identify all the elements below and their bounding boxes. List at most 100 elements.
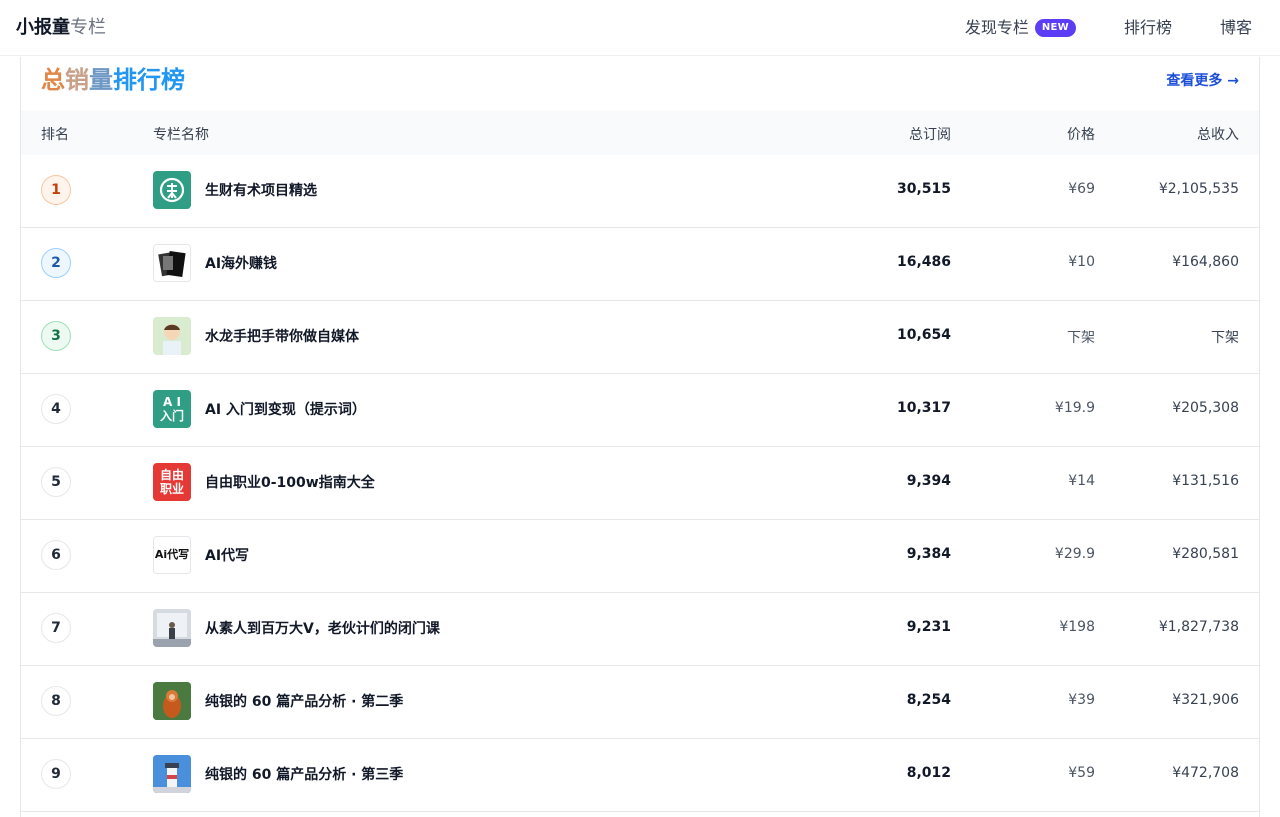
title-part-4: 排行榜 xyxy=(113,66,185,94)
table-row[interactable]: 5 自由 职业 自由职业0-100w指南大全 9,394 ¥14 ¥131,516 xyxy=(21,447,1259,520)
new-badge: NEW xyxy=(1034,19,1076,37)
table-row[interactable]: 6 Ai代写 AI代写 9,384 ¥29.9 ¥280,581 xyxy=(21,520,1259,593)
column-name-link[interactable]: 水龙手把手带你做自媒体 xyxy=(205,327,359,347)
income-value: ¥205,308 xyxy=(1172,400,1239,416)
table-row[interactable]: 3 水龙手把手带你做自媒体 10,654 下架 下架 xyxy=(21,301,1259,374)
nav-ranking[interactable]: 排行榜 xyxy=(1124,17,1172,39)
brand-logo[interactable]: 小报童专栏 xyxy=(16,16,106,40)
subscriptions-value: 10,654 xyxy=(896,327,951,343)
table-row[interactable]: 8 纯银的 60 篇产品分析 · 第二季 8,254 ¥39 ¥321,906 xyxy=(21,666,1259,739)
thumb-text-line: A I xyxy=(163,395,181,409)
ranking-table-body: 1 生财有术项目精选 30,515 ¥69 ¥2,105,535 2 AI海外赚钱 16,48… xyxy=(21,155,1259,812)
rank-badge: 5 xyxy=(41,467,71,497)
subscriptions-value: 9,394 xyxy=(906,473,951,489)
speaker-photo-image xyxy=(153,609,191,647)
column-name-link[interactable]: AI 入门到变现（提示词） xyxy=(205,400,366,420)
column-name-link[interactable]: 自由职业0-100w指南大全 xyxy=(205,473,375,493)
income-value: ¥1,827,738 xyxy=(1158,619,1239,635)
income-value: ¥321,906 xyxy=(1172,692,1239,708)
rank-badge: 1 xyxy=(41,175,71,205)
rank-badge: 9 xyxy=(41,759,71,789)
shengcai-logo-icon[interactable] xyxy=(153,171,191,209)
table-header: 排名 专栏名称 总订阅 价格 总收入 xyxy=(21,111,1259,155)
subscriptions-value: 16,486 xyxy=(896,254,951,270)
subscriptions-value: 8,012 xyxy=(906,765,951,781)
nav-blog[interactable]: 博客 xyxy=(1220,17,1252,39)
thumb-text-line: 职业 xyxy=(159,482,184,496)
column-header-price: 价格 xyxy=(1067,127,1095,143)
brand-light-text: 专栏 xyxy=(70,17,106,38)
shengcai-logo-icon xyxy=(159,177,185,203)
title-part-3: 量 xyxy=(89,66,113,94)
income-value: ¥164,860 xyxy=(1172,254,1239,270)
thumb-text: A I 入门 xyxy=(153,390,191,428)
speaker-photo-image[interactable] xyxy=(153,609,191,647)
price-value: ¥198 xyxy=(1059,619,1095,635)
lighthouse-photo-image xyxy=(153,755,191,793)
monkey-photo-image[interactable] xyxy=(153,682,191,720)
table-row[interactable]: 2 AI海外赚钱 16,486 ¥10 ¥164,860 xyxy=(21,228,1259,301)
price-value: ¥14 xyxy=(1068,473,1095,489)
ranking-card-header: 总销量排行榜 查看更多 → xyxy=(21,57,1259,111)
thumb-text-line: 自由 xyxy=(159,468,184,482)
cartoon-avatar-image[interactable] xyxy=(153,317,191,355)
table-row[interactable]: 1 生财有术项目精选 30,515 ¥69 ¥2,105,535 xyxy=(21,155,1259,228)
table-row[interactable]: 9 纯银的 60 篇产品分析 · 第三季 8,012 ¥59 ¥472,708 xyxy=(21,739,1259,812)
subscriptions-value: 8,254 xyxy=(906,692,951,708)
view-more-link[interactable]: 查看更多 → xyxy=(1166,70,1239,90)
rank-badge: 7 xyxy=(41,613,71,643)
brand-bold-text: 小报童 xyxy=(16,17,70,38)
subscriptions-value: 9,384 xyxy=(906,546,951,562)
column-header-rank: 排名 xyxy=(41,127,69,143)
price-value: ¥39 xyxy=(1068,692,1095,708)
subscriptions-value: 9,231 xyxy=(906,619,951,635)
column-name-link[interactable]: AI海外赚钱 xyxy=(205,254,277,274)
column-name-link[interactable]: 纯银的 60 篇产品分析 · 第三季 xyxy=(205,765,403,785)
freelance-cover[interactable]: 自由 职业 xyxy=(153,463,191,501)
table-row[interactable]: 7 从素人到百万大V，老伙计们的闭门课 9,231 ¥198 ¥1,827,738 xyxy=(21,593,1259,666)
price-value: ¥29.9 xyxy=(1054,546,1095,562)
main-nav: 发现专栏 NEW 排行榜 博客 xyxy=(965,17,1252,39)
subscriptions-value: 30,515 xyxy=(896,181,951,197)
price-value: 下架 xyxy=(1067,330,1095,346)
lighthouse-photo-image[interactable] xyxy=(153,755,191,793)
ai-intro-cover[interactable]: A I 入门 xyxy=(153,390,191,428)
money-stack-image xyxy=(158,251,186,277)
cartoon-avatar-image xyxy=(153,317,191,355)
money-stack-image[interactable] xyxy=(153,244,191,282)
ranking-title: 总销量排行榜 xyxy=(41,65,185,95)
rank-badge: 6 xyxy=(41,540,71,570)
thumb-text: 自由 职业 xyxy=(153,463,191,501)
income-value: 下架 xyxy=(1211,330,1239,346)
table-row[interactable]: 4 A I 入门 AI 入门到变现（提示词） 10,317 ¥19.9 ¥205,308 xyxy=(21,374,1259,447)
rank-badge: 8 xyxy=(41,686,71,716)
title-part-2: 销 xyxy=(65,66,89,94)
income-value: ¥2,105,535 xyxy=(1158,181,1239,197)
income-value: ¥280,581 xyxy=(1172,546,1239,562)
column-header-subscriptions: 总订阅 xyxy=(909,127,951,143)
monkey-photo-image xyxy=(153,682,191,720)
rank-badge: 3 xyxy=(41,321,71,351)
rank-badge: 4 xyxy=(41,394,71,424)
thumb-text-line: 入门 xyxy=(159,409,184,423)
income-value: ¥131,516 xyxy=(1172,473,1239,489)
nav-discover-label: 发现专栏 xyxy=(964,18,1029,37)
nav-discover[interactable]: 发现专栏 NEW xyxy=(965,17,1076,39)
price-value: ¥10 xyxy=(1068,254,1095,270)
column-header-name: 专栏名称 xyxy=(153,127,209,143)
top-navbar: 小报童专栏 发现专栏 NEW 排行榜 博客 xyxy=(0,0,1280,56)
price-value: ¥69 xyxy=(1068,181,1095,197)
thumb-text-line: Ai代写 xyxy=(154,548,190,561)
column-name-link[interactable]: 从素人到百万大V，老伙计们的闭门课 xyxy=(205,619,440,639)
income-value: ¥472,708 xyxy=(1172,765,1239,781)
column-name-link[interactable]: 生财有术项目精选 xyxy=(205,181,317,201)
ranking-card: 总销量排行榜 查看更多 → 排名 专栏名称 总订阅 价格 总收入 1 生财有术项目… xyxy=(20,57,1260,817)
nav-blog-label: 博客 xyxy=(1219,18,1252,37)
title-part-1: 总 xyxy=(41,66,65,94)
ai-writing-logo[interactable]: Ai代写 xyxy=(153,536,191,574)
rank-badge: 2 xyxy=(41,248,71,278)
price-value: ¥59 xyxy=(1068,765,1095,781)
column-name-link[interactable]: AI代写 xyxy=(205,546,249,566)
column-name-link[interactable]: 纯银的 60 篇产品分析 · 第二季 xyxy=(205,692,403,712)
thumb-text: Ai代写 xyxy=(154,537,190,573)
